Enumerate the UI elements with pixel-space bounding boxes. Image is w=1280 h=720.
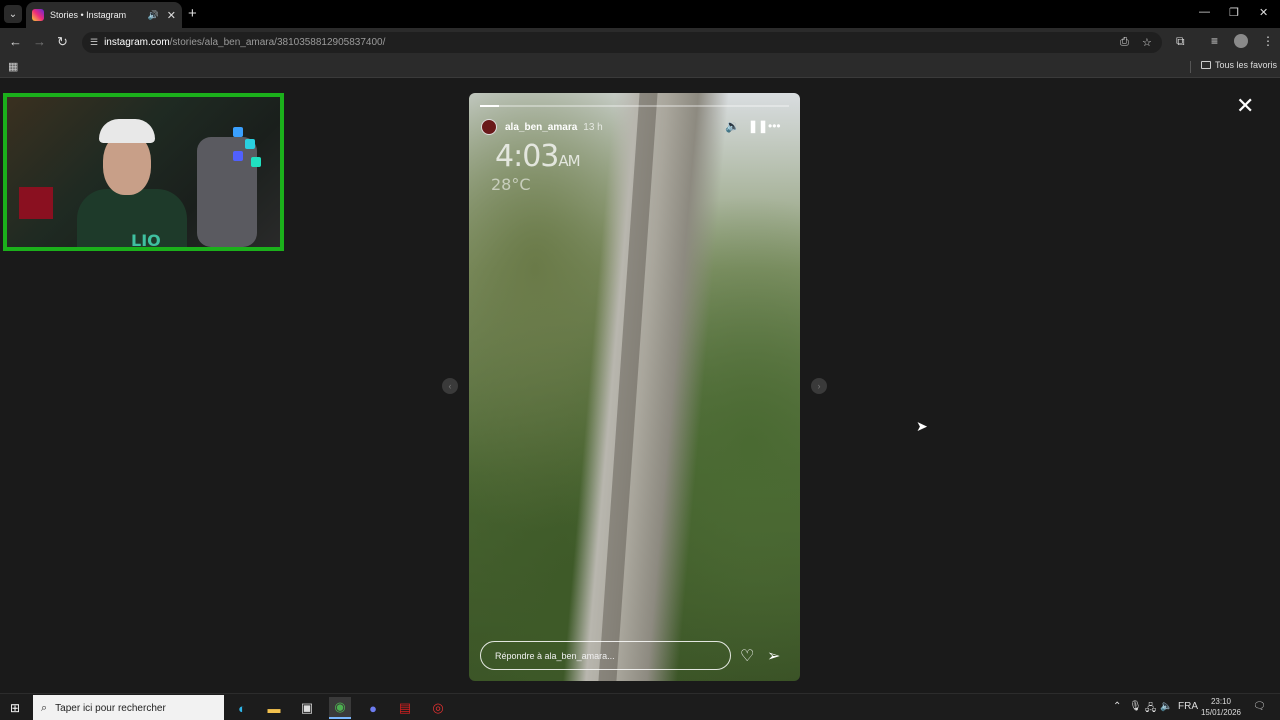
- window-close-icon[interactable]: ✕: [1259, 6, 1268, 19]
- screen: ⌄ Stories • Instagram 🔊 ✕ + — ❐ ✕ ← → ↻ …: [0, 0, 1280, 720]
- tab-instagram-stories[interactable]: Stories • Instagram 🔊 ✕: [26, 2, 182, 28]
- mouse-cursor-icon: ➤: [916, 418, 928, 434]
- kebab-menu-icon[interactable]: ⋮: [1262, 34, 1274, 48]
- webcam-hex-light: [251, 157, 261, 167]
- restore-icon[interactable]: ❐: [1229, 6, 1239, 19]
- webcam-overlay: LIO: [3, 93, 284, 251]
- bookmarks-bar: ▦ Tous les favoris: [0, 56, 1280, 78]
- speaker-icon[interactable]: 🔊: [148, 10, 159, 21]
- reply-input[interactable]: Répondre à ala_ben_amara...: [480, 641, 731, 670]
- browser-tab-bar: ⌄ Stories • Instagram 🔊 ✕ + — ❐ ✕: [0, 0, 1280, 28]
- taskbar-search-placeholder: Taper ici pour rechercher: [55, 702, 166, 714]
- pause-icon[interactable]: ❚❚: [748, 119, 768, 133]
- story-viewer[interactable]: ala_ben_amara 13 h 🔉 ❚❚ ••• 4:03AM 28°C …: [469, 93, 800, 681]
- all-bookmarks-label: Tous les favoris: [1215, 60, 1278, 70]
- edge-icon[interactable]: ◐: [231, 697, 253, 719]
- media-control-icon[interactable]: ≡: [1211, 34, 1218, 48]
- webcam-hex-light: [233, 127, 243, 137]
- story-username[interactable]: ala_ben_amara: [505, 122, 577, 133]
- webcam-hex-light: [233, 151, 243, 161]
- search-icon: ⌕: [41, 701, 48, 714]
- webcam-person-cap: [99, 119, 155, 143]
- more-icon[interactable]: •••: [768, 119, 781, 133]
- clock-time: 23:10: [1210, 697, 1232, 706]
- notifications-icon[interactable]: 🗨: [1253, 701, 1266, 712]
- sticker-time-value: 4:03: [495, 139, 559, 174]
- time-sticker: 4:03AM: [495, 139, 581, 174]
- windows-start-icon[interactable]: ⊞: [10, 701, 20, 715]
- close-story-icon[interactable]: ✕: [1236, 93, 1254, 119]
- obs-icon[interactable]: ◎: [427, 697, 449, 719]
- taskbar-clock[interactable]: 23:10 15/01/2026: [1198, 696, 1244, 718]
- chrome-icon[interactable]: ◉: [329, 697, 351, 719]
- tab-title: Stories • Instagram: [50, 10, 127, 20]
- webcam-hex-light: [245, 139, 255, 149]
- volume-icon[interactable]: 🔉: [725, 119, 740, 133]
- back-arrow-icon[interactable]: ←: [9, 34, 22, 49]
- story-image: [598, 93, 658, 681]
- folder-icon: [1201, 61, 1211, 69]
- minimize-icon[interactable]: —: [1199, 6, 1210, 18]
- heart-icon[interactable]: ♡: [740, 646, 754, 666]
- store-icon[interactable]: ▣: [296, 697, 318, 719]
- language-indicator[interactable]: FRA: [1178, 701, 1198, 712]
- close-tab-icon[interactable]: ✕: [167, 9, 176, 22]
- story-header: ala_ben_amara 13 h: [481, 117, 790, 137]
- apps-grid-icon[interactable]: ▦: [8, 60, 18, 73]
- bookmark-star-icon[interactable]: ☆: [1142, 36, 1152, 49]
- browser-toolbar: ← → ↻ ☰ instagram.com /stories/ala_ben_a…: [0, 28, 1280, 56]
- story-time-ago: 13 h: [583, 121, 603, 133]
- microphone-icon[interactable]: 🎙: [1129, 701, 1142, 712]
- reload-icon[interactable]: ↻: [57, 34, 68, 50]
- install-app-icon[interactable]: ⎙: [1120, 36, 1129, 49]
- story-avatar[interactable]: [481, 119, 497, 135]
- windows-taskbar: ⊞ ⌕ Taper ici pour rechercher ◐ ▬ ▣ ◉ ● …: [0, 693, 1280, 720]
- webcam-red-panel: [19, 187, 53, 219]
- bookmarks-divider: [1190, 61, 1191, 73]
- puzzle-icon[interactable]: ⧉: [1176, 34, 1185, 49]
- address-bar[interactable]: ☰ instagram.com /stories/ala_ben_amara/3…: [82, 32, 1162, 53]
- clock-date: 15/01/2026: [1200, 708, 1242, 717]
- new-tab-button[interactable]: +: [188, 5, 197, 22]
- instagram-icon: [32, 9, 44, 21]
- webcam-chair: [197, 137, 257, 247]
- previous-story-button[interactable]: ‹: [442, 378, 458, 394]
- story-progress-fill: [480, 105, 499, 107]
- volume-tray-icon[interactable]: 🔈: [1160, 701, 1172, 712]
- profile-avatar[interactable]: [1234, 34, 1248, 48]
- file-explorer-icon[interactable]: ▬: [263, 697, 285, 719]
- network-icon[interactable]: 🖧: [1145, 701, 1156, 718]
- next-story-button[interactable]: ›: [811, 378, 827, 394]
- tray-chevron-icon[interactable]: ⌃: [1113, 701, 1121, 712]
- forward-arrow-icon[interactable]: →: [33, 34, 46, 49]
- voicemeeter-icon[interactable]: ▤: [394, 697, 416, 719]
- discord-icon[interactable]: ●: [362, 697, 384, 719]
- page-viewport: LIO ‹ › ala_ben_amara 13 h 🔉 ❚❚ ••• 4:03…: [0, 79, 1280, 693]
- taskbar-search[interactable]: ⌕ Taper ici pour rechercher: [33, 695, 224, 720]
- webcam-sign: LIO: [131, 231, 161, 250]
- temperature-sticker: 28°C: [491, 175, 531, 194]
- tab-search-icon[interactable]: ⌄: [4, 5, 22, 23]
- all-bookmarks-folder[interactable]: Tous les favoris: [1201, 60, 1277, 70]
- send-icon[interactable]: ➢: [767, 646, 780, 666]
- url-path: /stories/ala_ben_amara/38103588129058374…: [169, 37, 386, 48]
- sticker-ampm: AM: [558, 152, 580, 170]
- story-progress-bar: [480, 105, 789, 107]
- url-host: instagram.com: [104, 37, 170, 48]
- site-info-icon[interactable]: ☰: [90, 37, 98, 48]
- reply-placeholder: Répondre à ala_ben_amara...: [495, 650, 615, 661]
